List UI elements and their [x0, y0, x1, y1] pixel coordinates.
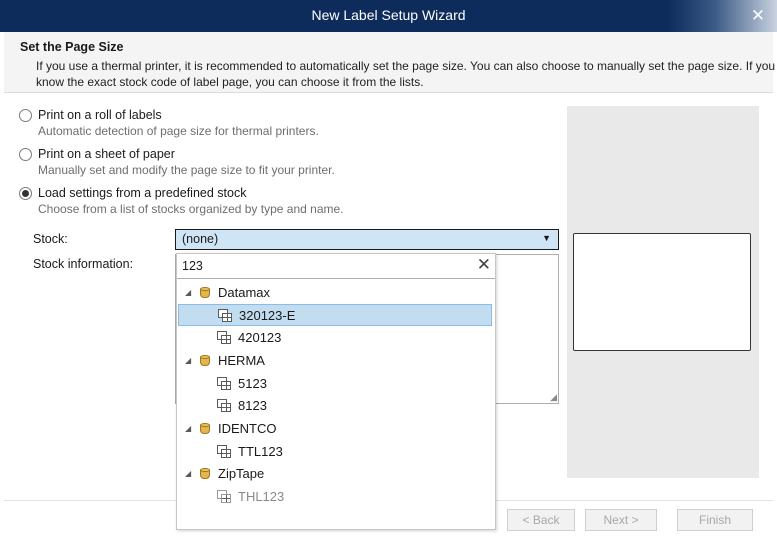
- tree-item-320123-e[interactable]: 320123-E: [178, 304, 492, 326]
- tree-group-label: ZipTape: [218, 466, 265, 481]
- stock-search-input[interactable]: 123: [182, 259, 203, 273]
- option-label: Load settings from a predefined stock: [38, 186, 247, 200]
- tree-group-label: HERMA: [218, 353, 265, 368]
- finish-button[interactable]: Finish: [677, 509, 753, 531]
- clear-search-icon[interactable]: ✕: [477, 255, 491, 275]
- option-label: Print on a sheet of paper: [38, 147, 175, 161]
- page-description: If you use a thermal printer, it is reco…: [36, 59, 776, 89]
- stock-sheet-icon: [217, 377, 231, 390]
- tree-item-ttl123[interactable]: TTL123: [177, 441, 493, 463]
- tree-item-thl123[interactable]: THL123: [177, 486, 493, 508]
- radio-predefined-stock[interactable]: [19, 187, 32, 200]
- stock-information-label: Stock information:: [33, 257, 134, 271]
- expand-triangle-icon[interactable]: ◢: [185, 282, 191, 304]
- resize-grip-icon[interactable]: ◢: [550, 393, 557, 402]
- database-icon: [200, 287, 210, 299]
- stock-select[interactable]: (none) ▼: [175, 229, 559, 250]
- radio-roll-of-labels[interactable]: [19, 109, 32, 122]
- title-bar: New Label Setup Wizard ✕: [0, 0, 777, 32]
- radio-sheet-of-paper[interactable]: [19, 148, 32, 161]
- stock-sheet-icon: [217, 445, 231, 458]
- tree-item-label: 5123: [238, 376, 267, 391]
- expand-triangle-icon[interactable]: ◢: [185, 463, 191, 485]
- tree-item-5123[interactable]: 5123: [177, 373, 493, 395]
- wizard-header: Set the Page Size If you use a thermal p…: [4, 32, 776, 93]
- tree-item-label: 420123: [238, 330, 282, 345]
- tree-group-label: Datamax: [218, 285, 271, 300]
- label-preview-panel: [567, 106, 759, 478]
- tree-item-label: 8123: [238, 398, 267, 413]
- tree-group-herma[interactable]: ◢ HERMA: [177, 350, 493, 372]
- option-label: Print on a roll of labels: [38, 108, 162, 122]
- tree-item-label: THL123: [238, 489, 285, 504]
- next-button[interactable]: Next >: [585, 509, 657, 531]
- stock-sheet-icon: [218, 309, 232, 322]
- option-description: Manually set and modify the page size to…: [38, 163, 335, 177]
- expand-triangle-icon[interactable]: ◢: [185, 418, 191, 440]
- database-icon: [200, 355, 210, 367]
- stock-sheet-icon: [217, 399, 231, 412]
- stock-label: Stock:: [33, 232, 68, 246]
- tree-item-label: TTL123: [238, 444, 283, 459]
- database-icon: [200, 468, 210, 480]
- option-description: Automatic detection of page size for the…: [38, 124, 319, 138]
- tree-group-datamax[interactable]: ◢ Datamax: [177, 282, 493, 304]
- stock-sheet-icon: [217, 490, 231, 503]
- stock-sheet-icon: [217, 331, 231, 344]
- tree-group-ziptape[interactable]: ◢ ZipTape: [177, 463, 493, 485]
- stock-dropdown[interactable]: 123 ✕ ◢ Datamax 320123-E 420123 ◢ HERMA …: [176, 253, 496, 530]
- page-title: Set the Page Size: [20, 40, 124, 54]
- database-icon: [200, 423, 210, 435]
- close-icon[interactable]: ✕: [747, 0, 769, 31]
- expand-triangle-icon[interactable]: ◢: [185, 350, 191, 372]
- tree-item-420123[interactable]: 420123: [177, 327, 493, 349]
- tree-group-identco[interactable]: ◢ IDENTCO: [177, 418, 493, 440]
- option-description: Choose from a list of stocks organized b…: [38, 202, 344, 216]
- tree-item-8123[interactable]: 8123: [177, 395, 493, 417]
- chevron-down-icon[interactable]: ▼: [542, 233, 551, 243]
- stock-select-value: (none): [182, 232, 219, 246]
- tree-group-label: IDENTCO: [218, 421, 277, 436]
- label-preview: [573, 233, 751, 351]
- window-title: New Label Setup Wizard: [311, 7, 466, 23]
- back-button[interactable]: < Back: [507, 509, 575, 531]
- stock-search-box[interactable]: 123 ✕: [177, 254, 495, 279]
- tree-item-label: 320123-E: [239, 308, 296, 323]
